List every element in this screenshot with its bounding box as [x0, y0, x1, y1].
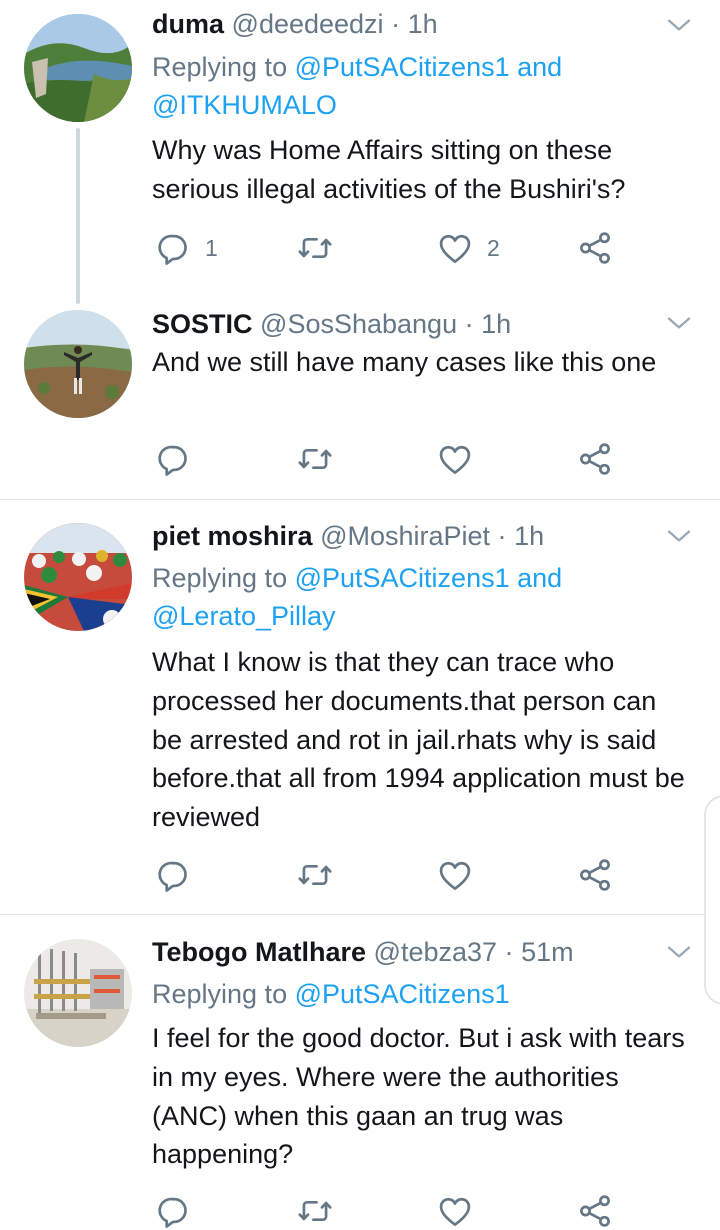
avatar[interactable]: [24, 310, 132, 418]
retweet-button[interactable]: [296, 1191, 347, 1230]
user-handle[interactable]: @deedeedzi: [232, 9, 384, 39]
avatar[interactable]: [24, 523, 132, 631]
share-icon: [576, 856, 614, 894]
chevron-down-icon[interactable]: [664, 937, 694, 967]
reply-count: 1: [205, 234, 218, 261]
replying-to: Replying to @PutSACitizens1: [152, 975, 680, 1013]
mention-link[interactable]: @PutSACitizens1 and: [295, 52, 563, 82]
tweet-actions: [152, 1191, 622, 1230]
retweet-icon: [296, 856, 334, 894]
avatar[interactable]: [24, 939, 132, 1047]
timestamp[interactable]: 1h: [481, 309, 511, 339]
heart-icon: [436, 856, 474, 894]
retweet-button[interactable]: [296, 439, 347, 479]
timestamp[interactable]: 51m: [521, 937, 574, 967]
chevron-down-icon[interactable]: [664, 521, 694, 551]
tweet-actions: [152, 439, 622, 479]
tweet-header: SOSTIC @SosShabangu · 1h: [152, 306, 660, 342]
replying-to: Replying to @PutSACitizens1 and @Lerato_…: [152, 559, 680, 635]
user-handle[interactable]: @SosShabangu: [260, 309, 457, 339]
tweet-header: piet moshira @MoshiraPiet · 1h: [152, 518, 660, 554]
replying-to: Replying to @PutSACitizens1 and @ITKHUMA…: [152, 48, 680, 124]
tweet-text: I feel for the good doctor. But i ask wi…: [152, 1023, 685, 1170]
mention-link[interactable]: @PutSACitizens1 and: [295, 563, 563, 593]
tweet-text: And we still have many cases like this o…: [152, 347, 657, 377]
user-handle[interactable]: @tebza37: [374, 937, 498, 967]
share-button[interactable]: [576, 1191, 614, 1230]
mention-link[interactable]: @ITKHUMALO: [152, 86, 680, 124]
chevron-down-icon[interactable]: [664, 308, 694, 338]
mention-link[interactable]: @PutSACitizens1: [295, 979, 510, 1009]
tweet-header: Tebogo Matlhare @tebza37 · 51m: [152, 934, 660, 970]
reply-icon: [154, 856, 192, 894]
tweet-text: Why was Home Affairs sitting on these se…: [152, 135, 626, 204]
separator-dot: ·: [497, 521, 507, 551]
retweet-button[interactable]: [296, 855, 347, 895]
tweet-text: What I know is that they can trace who p…: [152, 647, 685, 833]
replying-to-label: Replying to: [152, 979, 288, 1009]
share-icon: [576, 440, 614, 478]
retweet-icon: [296, 1192, 334, 1230]
mention-link[interactable]: @Lerato_Pillay: [152, 597, 680, 635]
tweet-actions: [152, 855, 622, 895]
tweet-actions: 1 2: [152, 228, 622, 268]
heart-icon: [436, 1192, 474, 1230]
retweet-icon: [296, 229, 334, 267]
display-name[interactable]: duma: [152, 9, 224, 39]
separator-dot: ·: [391, 9, 401, 39]
edge-panel-handle[interactable]: [704, 795, 720, 1005]
retweet-button[interactable]: [296, 228, 347, 268]
tweet-header: duma @deedeedzi · 1h: [152, 6, 660, 42]
tweet[interactable]: piet moshira @MoshiraPiet · 1h Replying …: [0, 500, 720, 914]
avatar[interactable]: [24, 14, 132, 122]
share-button[interactable]: [576, 855, 614, 895]
retweet-icon: [296, 440, 334, 478]
heart-icon: [436, 440, 474, 478]
display-name[interactable]: SOSTIC: [152, 309, 253, 339]
share-button[interactable]: [576, 439, 614, 479]
heart-icon: [436, 229, 474, 267]
like-button[interactable]: [436, 855, 487, 895]
display-name[interactable]: Tebogo Matlhare: [152, 937, 366, 967]
tweet[interactable]: duma @deedeedzi · 1h Replying to @PutSAC…: [0, 0, 720, 300]
chevron-down-icon[interactable]: [664, 10, 694, 40]
reply-icon: [154, 440, 192, 478]
share-button[interactable]: [576, 228, 614, 268]
user-handle[interactable]: @MoshiraPiet: [320, 521, 490, 551]
share-icon: [576, 229, 614, 267]
timestamp[interactable]: 1h: [514, 521, 544, 551]
replying-to-label: Replying to: [152, 563, 288, 593]
like-button[interactable]: [436, 439, 487, 479]
replying-to-label: Replying to: [152, 52, 288, 82]
tweet[interactable]: SOSTIC @SosShabangu · 1h And we still ha…: [0, 300, 720, 499]
reply-button[interactable]: [154, 439, 205, 479]
like-count: 2: [487, 234, 500, 261]
separator-dot: ·: [504, 937, 514, 967]
like-button[interactable]: [436, 1191, 487, 1230]
share-icon: [576, 1192, 614, 1230]
reply-button[interactable]: [154, 855, 205, 895]
tweet[interactable]: Tebogo Matlhare @tebza37 · 51m Replying …: [0, 915, 720, 1230]
reply-button[interactable]: [154, 1191, 205, 1230]
display-name[interactable]: piet moshira: [152, 521, 313, 551]
reply-icon: [154, 229, 192, 267]
like-button[interactable]: 2: [436, 228, 500, 268]
separator-dot: ·: [464, 309, 474, 339]
reply-icon: [154, 1192, 192, 1230]
reply-button[interactable]: 1: [154, 228, 218, 268]
timestamp[interactable]: 1h: [408, 9, 438, 39]
